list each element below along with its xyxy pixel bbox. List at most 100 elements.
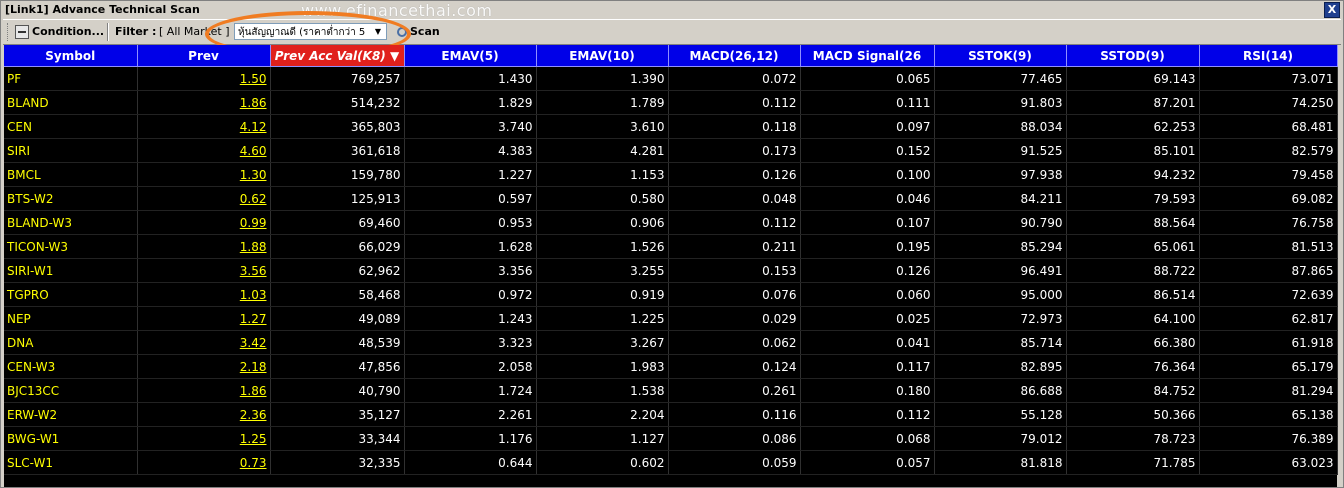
table-cell: 1.225 (536, 306, 669, 331)
symbol-cell[interactable]: TGPRO (4, 282, 138, 307)
prev-link[interactable]: 3.42 (137, 330, 271, 355)
table-row[interactable]: BWG-W1 1.25 33,344 1.176 1.127 0.086 0.068 79.0… (4, 426, 1338, 451)
filter-market-value[interactable]: [ All Market ] (159, 20, 230, 44)
table-row[interactable]: CEN-W3 2.18 47,856 2.058 1.983 0.124 0.117 82.8… (4, 354, 1338, 379)
table-cell: 1.153 (536, 162, 669, 187)
table-cell: 47,856 (270, 354, 405, 379)
prev-link[interactable]: 1.86 (137, 378, 271, 403)
table-cell: 1.243 (404, 306, 537, 331)
table-row[interactable]: BMCL 1.30 159,780 1.227 1.153 0.126 0.100 97.93… (4, 162, 1338, 187)
table-cell: 73.071 (1199, 66, 1338, 91)
symbol-cell[interactable]: BJC13CC (4, 378, 138, 403)
table-cell: 88.722 (1066, 258, 1200, 283)
table-row[interactable]: DNA 3.42 48,539 3.323 3.267 0.062 0.041 85.714 6… (4, 330, 1338, 355)
prev-link[interactable]: 1.27 (137, 306, 271, 331)
symbol-cell[interactable]: BLAND-W3 (4, 210, 138, 235)
condition-button[interactable]: Condition... (15, 20, 104, 44)
prev-link[interactable]: 1.88 (137, 234, 271, 259)
column-header[interactable]: RSI(14) (1199, 45, 1338, 67)
table-row[interactable]: BTS-W2 0.62 125,913 0.597 0.580 0.048 0.046 84.… (4, 186, 1338, 211)
table-cell: 0.029 (668, 306, 801, 331)
table-row[interactable]: BJC13CC 1.86 40,790 1.724 1.538 0.261 0.180 86.… (4, 378, 1338, 403)
symbol-cell[interactable]: PF (4, 66, 138, 91)
prev-link[interactable]: 1.25 (137, 426, 271, 451)
prev-link[interactable]: 1.86 (137, 90, 271, 115)
table-cell: 61.918 (1199, 330, 1338, 355)
column-header[interactable]: Symbol (4, 45, 138, 67)
table-cell: 33,344 (270, 426, 405, 451)
table-cell: 159,780 (270, 162, 405, 187)
table-row[interactable]: PF 1.50 769,257 1.430 1.390 0.072 0.065 77.465 6… (4, 66, 1338, 91)
symbol-cell[interactable]: TICON-W3 (4, 234, 138, 259)
symbol-cell[interactable]: DNA (4, 330, 138, 355)
table-cell: 78.723 (1066, 426, 1200, 451)
table-row[interactable]: TGPRO 1.03 58,468 0.972 0.919 0.076 0.060 95.00… (4, 282, 1338, 307)
prev-link[interactable]: 4.12 (137, 114, 271, 139)
table-cell: 49,089 (270, 306, 405, 331)
table-cell: 0.580 (536, 186, 669, 211)
table-row[interactable]: SLC-W1 0.73 32,335 0.644 0.602 0.059 0.057 81.8… (4, 450, 1338, 475)
table-row[interactable]: TICON-W3 1.88 66,029 1.628 1.526 0.211 0.195 85… (4, 234, 1338, 259)
symbol-cell[interactable]: SIRI (4, 138, 138, 163)
column-header[interactable]: Prev (137, 45, 271, 67)
column-header[interactable]: SSTOD(9) (1066, 45, 1200, 67)
prev-link[interactable]: 0.62 (137, 186, 271, 211)
table-row[interactable]: BLAND 1.86 514,232 1.829 1.789 0.112 0.111 91.8… (4, 90, 1338, 115)
symbol-cell[interactable]: BTS-W2 (4, 186, 138, 211)
table-cell: 1.127 (536, 426, 669, 451)
table-cell: 1.538 (536, 378, 669, 403)
table-row[interactable]: SIRI 4.60 361,618 4.383 4.281 0.173 0.152 91.52… (4, 138, 1338, 163)
close-button[interactable]: X (1324, 2, 1340, 18)
column-header[interactable]: MACD(26,12) (668, 45, 801, 67)
column-header[interactable]: EMAV(5) (404, 45, 537, 67)
prev-link[interactable]: 0.73 (137, 450, 271, 475)
table-cell: 0.116 (668, 402, 801, 427)
column-header[interactable]: SSTOK(9) (934, 45, 1067, 67)
prev-link[interactable]: 3.56 (137, 258, 271, 283)
table-row[interactable]: CEN 4.12 365,803 3.740 3.610 0.118 0.097 88.034… (4, 114, 1338, 139)
table-cell: 95.000 (934, 282, 1067, 307)
prev-link[interactable]: 1.50 (137, 66, 271, 91)
table-row[interactable]: NEP 1.27 49,089 1.243 1.225 0.029 0.025 72.973 6… (4, 306, 1338, 331)
prev-link[interactable]: 1.03 (137, 282, 271, 307)
symbol-cell[interactable]: SIRI-W1 (4, 258, 138, 283)
prev-link[interactable]: 1.30 (137, 162, 271, 187)
table-cell: 87.865 (1199, 258, 1338, 283)
symbol-cell[interactable]: SLC-W1 (4, 450, 138, 475)
table-cell: 85.294 (934, 234, 1067, 259)
table-cell: 58,468 (270, 282, 405, 307)
table-cell: 0.597 (404, 186, 537, 211)
table-row[interactable]: BLAND-W3 0.99 69,460 0.953 0.906 0.112 0.107 90… (4, 210, 1338, 235)
prev-link[interactable]: 2.36 (137, 402, 271, 427)
table-cell: 0.117 (800, 354, 935, 379)
symbol-cell[interactable]: NEP (4, 306, 138, 331)
prev-link[interactable]: 4.60 (137, 138, 271, 163)
table-cell: 1.724 (404, 378, 537, 403)
symbol-cell[interactable]: ERW-W2 (4, 402, 138, 427)
table-cell: 3.740 (404, 114, 537, 139)
table-cell: 3.323 (404, 330, 537, 355)
prev-link[interactable]: 2.18 (137, 354, 271, 379)
table-cell: 94.232 (1066, 162, 1200, 187)
column-header[interactable]: Prev Acc Val(K8) ▼ (270, 45, 405, 67)
column-header[interactable]: EMAV(10) (536, 45, 669, 67)
symbol-cell[interactable]: BMCL (4, 162, 138, 187)
table-cell: 0.261 (668, 378, 801, 403)
signal-dropdown[interactable]: หุ้นสัญญาณดี (ราคาต่ำกว่า 5 ▼ (234, 23, 387, 40)
table-row[interactable]: SIRI-W1 3.56 62,962 3.356 3.255 0.153 0.126 96.… (4, 258, 1338, 283)
prev-link[interactable]: 0.99 (137, 210, 271, 235)
table-cell: 0.107 (800, 210, 935, 235)
column-header[interactable]: MACD Signal(26 (800, 45, 935, 67)
symbol-cell[interactable]: BLAND (4, 90, 138, 115)
table-row[interactable]: ERW-W2 2.36 35,127 2.261 2.204 0.116 0.112 55.1… (4, 402, 1338, 427)
table-cell: 76.364 (1066, 354, 1200, 379)
chevron-down-icon[interactable]: ▼ (372, 26, 384, 37)
scan-button[interactable]: Scan (397, 20, 440, 44)
table-cell: 361,618 (270, 138, 405, 163)
table-cell: 0.126 (800, 258, 935, 283)
symbol-cell[interactable]: CEN (4, 114, 138, 139)
results-table: Symbol Prev Prev Acc Val(K8) ▼ EMAV(5) EMAV(… (4, 45, 1338, 475)
symbol-cell[interactable]: BWG-W1 (4, 426, 138, 451)
toolbar-grip[interactable] (7, 23, 11, 41)
symbol-cell[interactable]: CEN-W3 (4, 354, 138, 379)
